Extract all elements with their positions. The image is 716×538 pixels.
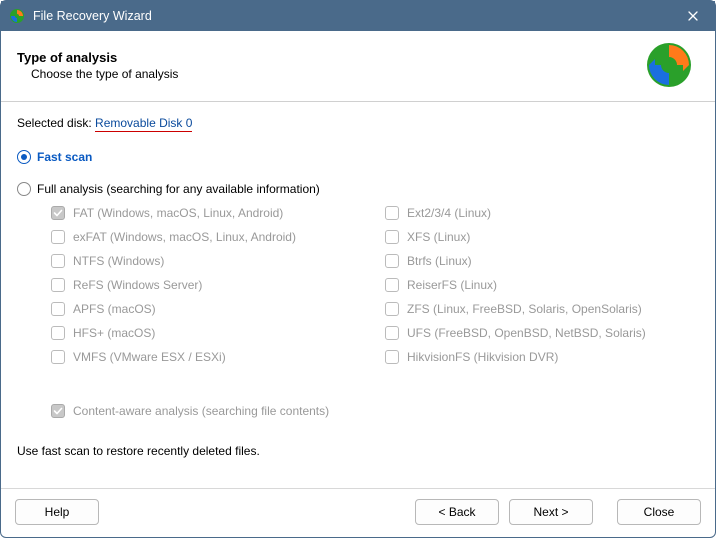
radio-icon xyxy=(17,182,31,196)
wizard-footer: Help < Back Next > Close xyxy=(1,488,715,537)
fs-option-apfs[interactable]: APFS (macOS) xyxy=(51,302,365,316)
fs-option-label: exFAT (Windows, macOS, Linux, Android) xyxy=(73,230,296,244)
checkbox-icon xyxy=(51,230,65,244)
radio-full-label: Full analysis (searching for any availab… xyxy=(37,182,320,196)
checkbox-icon xyxy=(385,278,399,292)
fs-option-label: ReFS (Windows Server) xyxy=(73,278,202,292)
fs-col-right: Ext2/3/4 (Linux) XFS (Linux) Btrfs (Linux)… xyxy=(385,206,699,374)
fs-option-ufs[interactable]: UFS (FreeBSD, OpenBSD, NetBSD, Solaris) xyxy=(385,326,699,340)
fs-option-label: FAT (Windows, macOS, Linux, Android) xyxy=(73,206,283,220)
fs-option-label: XFS (Linux) xyxy=(407,230,470,244)
fs-option-hfs[interactable]: HFS+ (macOS) xyxy=(51,326,365,340)
checkbox-icon xyxy=(385,254,399,268)
checkbox-icon xyxy=(51,302,65,316)
fs-option-vmfs[interactable]: VMFS (VMware ESX / ESXi) xyxy=(51,350,365,364)
filesystem-grid: FAT (Windows, macOS, Linux, Android) exFA… xyxy=(17,206,699,374)
selected-disk-row: Selected disk: Removable Disk 0 xyxy=(17,116,699,130)
selected-disk-link[interactable]: Removable Disk 0 xyxy=(95,116,192,132)
close-button[interactable]: Close xyxy=(617,499,701,525)
window-close-button[interactable] xyxy=(671,1,715,31)
radio-icon xyxy=(17,150,31,164)
fs-option-label: HFS+ (macOS) xyxy=(73,326,155,340)
close-icon xyxy=(688,11,698,21)
checkbox-icon xyxy=(51,404,65,418)
app-icon xyxy=(9,8,25,24)
fs-option-label: ZFS (Linux, FreeBSD, Solaris, OpenSolari… xyxy=(407,302,642,316)
fs-option-label: Btrfs (Linux) xyxy=(407,254,472,268)
fs-option-reiserfs[interactable]: ReiserFS (Linux) xyxy=(385,278,699,292)
checkbox-icon xyxy=(385,350,399,364)
fs-option-ntfs[interactable]: NTFS (Windows) xyxy=(51,254,365,268)
help-button[interactable]: Help xyxy=(15,499,99,525)
checkbox-icon xyxy=(51,254,65,268)
fs-option-xfs[interactable]: XFS (Linux) xyxy=(385,230,699,244)
content: Type of analysis Choose the type of anal… xyxy=(1,31,715,537)
checkbox-icon xyxy=(385,326,399,340)
fs-option-label: VMFS (VMware ESX / ESXi) xyxy=(73,350,226,364)
fs-option-btrfs[interactable]: Btrfs (Linux) xyxy=(385,254,699,268)
titlebar: File Recovery Wizard xyxy=(1,1,715,31)
fs-option-exfat[interactable]: exFAT (Windows, macOS, Linux, Android) xyxy=(51,230,365,244)
radio-full-analysis[interactable]: Full analysis (searching for any availab… xyxy=(17,182,699,196)
checkbox-icon xyxy=(51,350,65,364)
wizard-body: Selected disk: Removable Disk 0 Fast sca… xyxy=(1,102,715,488)
fs-option-label: Ext2/3/4 (Linux) xyxy=(407,206,491,220)
radio-fast-label: Fast scan xyxy=(37,150,92,164)
fs-option-label: APFS (macOS) xyxy=(73,302,156,316)
fs-option-label: NTFS (Windows) xyxy=(73,254,164,268)
page-subtitle: Choose the type of analysis xyxy=(31,67,645,81)
content-aware-label: Content-aware analysis (searching file c… xyxy=(73,404,329,418)
back-button[interactable]: < Back xyxy=(415,499,499,525)
radio-fast-scan[interactable]: Fast scan xyxy=(17,150,699,164)
fs-col-left: FAT (Windows, macOS, Linux, Android) exFA… xyxy=(51,206,365,374)
fs-option-ext[interactable]: Ext2/3/4 (Linux) xyxy=(385,206,699,220)
fs-option-label: UFS (FreeBSD, OpenBSD, NetBSD, Solaris) xyxy=(407,326,646,340)
fs-option-fat[interactable]: FAT (Windows, macOS, Linux, Android) xyxy=(51,206,365,220)
checkbox-icon xyxy=(51,278,65,292)
fs-option-label: ReiserFS (Linux) xyxy=(407,278,497,292)
checkbox-icon xyxy=(385,230,399,244)
wizard-icon xyxy=(645,41,693,89)
hint-text: Use fast scan to restore recently delete… xyxy=(17,444,699,458)
checkbox-icon xyxy=(51,326,65,340)
selected-disk-label: Selected disk: xyxy=(17,116,95,130)
checkbox-icon xyxy=(385,206,399,220)
page-title: Type of analysis xyxy=(17,50,645,65)
fs-option-zfs[interactable]: ZFS (Linux, FreeBSD, Solaris, OpenSolari… xyxy=(385,302,699,316)
fs-option-label: HikvisionFS (Hikvision DVR) xyxy=(407,350,558,364)
checkbox-icon xyxy=(385,302,399,316)
fs-option-hikfs[interactable]: HikvisionFS (Hikvision DVR) xyxy=(385,350,699,364)
content-aware-row[interactable]: Content-aware analysis (searching file c… xyxy=(17,404,699,418)
wizard-header: Type of analysis Choose the type of anal… xyxy=(1,31,715,102)
checkbox-icon xyxy=(51,206,65,220)
window-title: File Recovery Wizard xyxy=(33,9,671,23)
next-button[interactable]: Next > xyxy=(509,499,593,525)
fs-option-refs[interactable]: ReFS (Windows Server) xyxy=(51,278,365,292)
